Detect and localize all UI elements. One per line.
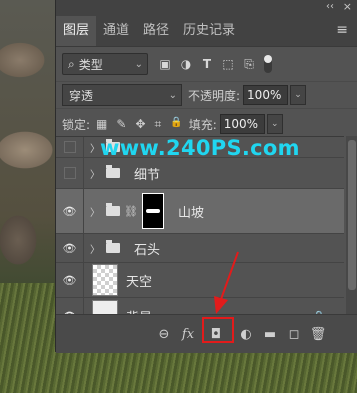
- layer-thumbnail[interactable]: [92, 264, 118, 296]
- search-icon: ⌕: [68, 56, 75, 71]
- eye-icon[interactable]: 👁: [63, 242, 77, 255]
- blend-mode-value: 穿透: [69, 88, 94, 103]
- trash-icon[interactable]: 🗑: [306, 327, 330, 342]
- layer-name: 细节: [134, 167, 161, 183]
- shape-filter-icon[interactable]: ⬚: [221, 57, 235, 71]
- layer-row-stone[interactable]: 👁 〉 石头: [56, 234, 344, 263]
- layer-row-details-group[interactable]: 〉 细节: [56, 158, 344, 189]
- type-filter-icon[interactable]: T: [200, 57, 214, 71]
- lock-transparent-icon[interactable]: ▦: [96, 117, 107, 132]
- fill-label: 填充:: [188, 117, 217, 132]
- opacity-input[interactable]: 100%: [243, 85, 289, 105]
- panel-tabs: 图层 通道 路径 历史记录 ≡: [56, 14, 357, 47]
- smart-object-filter-icon[interactable]: ⎘: [242, 57, 256, 71]
- tab-channels[interactable]: 通道: [96, 16, 136, 46]
- filter-toggle[interactable]: [264, 55, 272, 73]
- lock-move-icon[interactable]: ✥: [135, 117, 145, 132]
- lock-label: 锁定:: [62, 117, 91, 132]
- fill-input[interactable]: 100%: [219, 114, 265, 134]
- lock-row: 锁定: ▦ ✎ ✥ ⌗ 🔒 填充: 100% ⌄: [56, 108, 357, 139]
- visibility-off-box[interactable]: [63, 141, 76, 153]
- eye-icon[interactable]: 👁: [63, 205, 77, 218]
- lock-artboard-icon[interactable]: ⌗: [155, 117, 162, 132]
- image-filter-icon[interactable]: ▣: [158, 57, 172, 71]
- blend-row: 穿透 ⌄ 不透明度: 100% ⌄: [56, 81, 357, 108]
- chevron-down-icon: ⌄: [168, 89, 177, 101]
- filter-row: ⌕ 类型 ⌄ ▣ ◑ T ⬚ ⎘: [56, 47, 357, 81]
- chevron-down-icon: ⌄: [134, 58, 143, 70]
- folder-icon: [106, 203, 120, 216]
- tab-layers[interactable]: 图层: [56, 16, 97, 46]
- opacity-dropdown-icon[interactable]: ⌄: [290, 85, 307, 105]
- link-layers-icon[interactable]: ⊖: [152, 327, 176, 342]
- layer-thumbnail[interactable]: [92, 300, 118, 315]
- tab-paths[interactable]: 路径: [136, 16, 176, 46]
- folder-icon: [106, 165, 120, 178]
- close-icon[interactable]: ×: [343, 0, 352, 13]
- layer-name: 石头: [134, 242, 161, 258]
- chain-link-icon[interactable]: ⛓: [124, 205, 138, 218]
- adjustment-layer-icon[interactable]: ◐: [234, 327, 258, 342]
- expand-icon[interactable]: 〉: [90, 204, 102, 219]
- filter-kind-label: 类型: [78, 57, 103, 72]
- layers-scrollbar[interactable]: [346, 136, 357, 314]
- eye-icon[interactable]: 👁: [63, 274, 77, 287]
- layer-row-slope[interactable]: 👁 〉 ⛓ 山坡: [56, 189, 344, 234]
- lock-all-icon[interactable]: 🔒: [170, 117, 182, 132]
- opacity-label: 不透明度:: [188, 88, 241, 103]
- fx-icon[interactable]: fx: [176, 327, 200, 342]
- visibility-off-box[interactable]: [63, 167, 76, 179]
- layer-row-background[interactable]: 👁 背景 🔒: [56, 298, 344, 315]
- layers-list: 〉 〉 细节 👁 〉 ⛓ 山坡 👁 〉 石头 👁 天空: [56, 136, 344, 315]
- lock-brush-icon[interactable]: ✎: [116, 117, 126, 132]
- collapse-icon[interactable]: ‹‹: [326, 1, 334, 12]
- fill-dropdown-icon[interactable]: ⌄: [266, 114, 283, 134]
- panel-top-strip: ‹‹ ×: [56, 0, 357, 14]
- new-layer-icon[interactable]: ◻: [282, 327, 306, 342]
- layer-name: 山坡: [177, 205, 204, 221]
- layer-row-sky[interactable]: 👁 天空: [56, 263, 344, 298]
- expand-icon[interactable]: 〉: [90, 166, 102, 181]
- layer-name: 天空: [126, 274, 153, 290]
- panel-menu-icon[interactable]: ≡: [336, 22, 348, 38]
- adjustment-filter-icon[interactable]: ◑: [179, 57, 193, 71]
- scrollbar-thumb[interactable]: [348, 140, 356, 290]
- mask-button-highlight: [202, 317, 234, 343]
- layers-panel: ‹‹ × 图层 通道 路径 历史记录 ≡ ⌕ 类型 ⌄ ▣ ◑ T ⬚ ⎘ 穿透…: [55, 0, 357, 353]
- filter-kind-select[interactable]: ⌕ 类型 ⌄: [62, 53, 148, 75]
- tab-history[interactable]: 历史记录: [176, 16, 242, 46]
- new-group-icon[interactable]: ▬: [258, 327, 282, 342]
- red-arrow-annotation: [214, 251, 239, 314]
- blend-mode-select[interactable]: 穿透 ⌄: [62, 84, 182, 106]
- watermark-text: www.240PS.com: [100, 136, 300, 160]
- mask-thumbnail[interactable]: [141, 193, 164, 229]
- folder-icon: [106, 240, 120, 253]
- expand-icon[interactable]: 〉: [90, 241, 102, 256]
